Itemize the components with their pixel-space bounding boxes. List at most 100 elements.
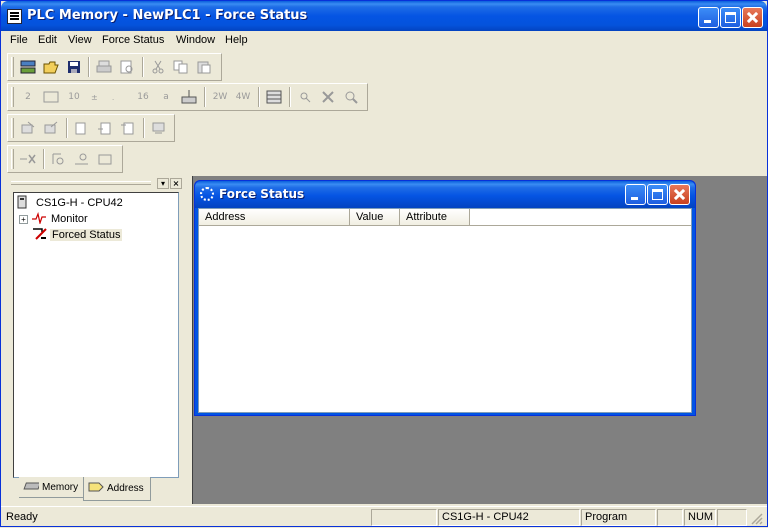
minimize-button[interactable] (698, 7, 719, 28)
toolbar-grip[interactable] (11, 87, 14, 107)
binary-format-icon[interactable]: 2 (18, 88, 38, 106)
print-icon[interactable] (94, 58, 114, 76)
force-cancel-icon[interactable] (18, 150, 38, 168)
child-maximize-button[interactable] (647, 184, 668, 205)
resize-grip-icon[interactable] (749, 511, 763, 525)
force-restore-icon[interactable] (95, 150, 115, 168)
toolbar-separator (143, 118, 145, 138)
svg-text:.: . (112, 94, 114, 102)
toolbar-grip[interactable] (11, 118, 14, 138)
menu-bar: File Edit View Force Status Window Help (1, 31, 767, 50)
display-format-toolbar: 2 10 ± . 16 a 2W 4W (7, 83, 368, 111)
toolbar-separator (258, 87, 260, 107)
transfer-from-plc-icon[interactable] (41, 119, 61, 137)
column-header-address[interactable]: Address (199, 209, 350, 225)
maximize-icon (725, 12, 736, 23)
toolbar-grip[interactable] (11, 57, 14, 77)
main-window: PLC Memory - NewPLC1 - Force Status File… (0, 0, 768, 527)
force-status-list[interactable]: Address Value Attribute (198, 208, 692, 413)
decimal-format-icon[interactable]: 10 (64, 88, 84, 106)
child-close-button[interactable] (669, 184, 690, 205)
tree-item-label: Monitor (51, 213, 88, 225)
hex-format-icon[interactable]: 16 (133, 88, 153, 106)
paste-icon[interactable] (194, 58, 214, 76)
toolbar-separator (289, 87, 291, 107)
pane-header[interactable]: ▾ × (9, 177, 183, 189)
status-panel-empty (371, 509, 437, 526)
maximize-button[interactable] (720, 7, 741, 28)
float-format-icon[interactable]: . (110, 88, 130, 106)
status-plc-model: CS1G-H - CPU42 (438, 509, 580, 526)
menu-force-status[interactable]: Force Status (102, 34, 164, 46)
fill-memory-icon[interactable] (179, 88, 199, 106)
status-panel-empty (657, 509, 683, 526)
signed-decimal-icon[interactable]: ± (87, 88, 107, 106)
download-icon[interactable] (95, 119, 115, 137)
find-icon[interactable] (295, 88, 315, 106)
title-bar[interactable]: PLC Memory - NewPLC1 - Force Status (1, 1, 767, 31)
status-text: Ready (6, 511, 38, 523)
cut-icon[interactable] (148, 58, 168, 76)
pane-grip[interactable] (11, 181, 151, 185)
pane-close-icon[interactable]: × (170, 178, 182, 189)
memory-area-icon[interactable] (264, 88, 284, 106)
upload-icon[interactable] (118, 119, 138, 137)
zoom-icon[interactable] (341, 88, 361, 106)
force-on-icon[interactable] (49, 150, 69, 168)
toolbar-grip[interactable] (11, 149, 14, 169)
status-panel-empty (717, 509, 747, 526)
address-icon (88, 481, 104, 496)
open-folder-icon[interactable] (41, 58, 61, 76)
child-window-title: Force Status (219, 187, 305, 201)
plc-icon (16, 195, 30, 212)
tab-memory[interactable]: Memory (19, 477, 83, 498)
pane-dropdown-icon[interactable]: ▾ (157, 178, 169, 189)
copy-icon[interactable] (171, 58, 191, 76)
close-icon (743, 8, 762, 27)
menu-edit[interactable]: Edit (38, 34, 57, 46)
ascii-format-icon[interactable]: a (156, 88, 176, 106)
pane-tabs: Memory Address (19, 477, 185, 501)
minimize-icon (631, 197, 638, 200)
save-icon[interactable] (64, 58, 84, 76)
toolbar-separator (204, 87, 206, 107)
connect-icon[interactable] (18, 58, 38, 76)
menu-file[interactable]: File (10, 34, 28, 46)
monitor-transfer-icon[interactable] (149, 119, 169, 137)
forced-status-icon (32, 227, 48, 244)
address-tree: CS1G-H - CPU42 + Monitor Forced Status (13, 192, 179, 478)
tab-label: Memory (42, 481, 79, 493)
column-header-attribute[interactable]: Attribute (400, 209, 470, 225)
tab-label: Address (107, 483, 144, 494)
menu-view[interactable]: View (68, 34, 92, 46)
tree-root[interactable]: CS1G-H - CPU42 (16, 195, 125, 211)
menu-window[interactable]: Window (176, 34, 215, 46)
tab-address[interactable]: Address (83, 477, 151, 501)
print-preview-icon[interactable] (117, 58, 137, 76)
toolbar-separator (43, 149, 45, 169)
tree-item-label: Forced Status (50, 229, 123, 241)
four-word-icon[interactable]: 4W (233, 88, 253, 106)
two-word-icon[interactable]: 2W (210, 88, 230, 106)
tree-item-forced-status[interactable]: Forced Status (32, 227, 123, 244)
force-status-window: Force Status Address Value Attribute (194, 180, 696, 416)
tree-item-monitor[interactable]: + Monitor (19, 211, 90, 227)
list-header: Address Value Attribute (199, 209, 691, 226)
close-icon (670, 185, 689, 204)
bcd-format-icon[interactable] (41, 88, 61, 106)
replace-icon[interactable] (318, 88, 338, 106)
compare-icon[interactable] (72, 119, 92, 137)
app-icon[interactable] (7, 9, 22, 24)
child-title-bar[interactable]: Force Status (195, 181, 695, 208)
monitor-icon (31, 211, 47, 227)
close-button[interactable] (742, 7, 763, 28)
child-minimize-button[interactable] (625, 184, 646, 205)
force-off-icon[interactable] (72, 150, 92, 168)
menu-help[interactable]: Help (225, 34, 248, 46)
maximize-icon (652, 189, 663, 200)
transfer-to-plc-icon[interactable] (18, 119, 38, 137)
expand-icon[interactable]: + (19, 214, 28, 224)
force-toolbar (7, 145, 123, 173)
column-header-value[interactable]: Value (350, 209, 400, 225)
minimize-icon (704, 20, 711, 23)
